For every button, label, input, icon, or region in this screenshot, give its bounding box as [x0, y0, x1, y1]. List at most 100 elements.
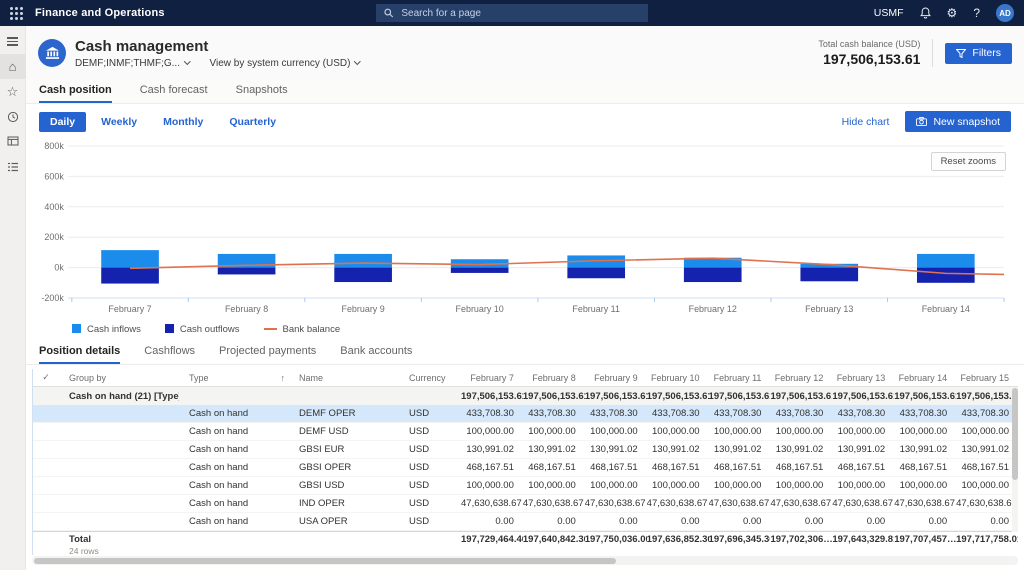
cell-currency: USD — [409, 516, 461, 527]
period-monthly-button[interactable]: Monthly — [152, 112, 214, 132]
bank-balance-swatch — [264, 328, 277, 331]
period-daily-button[interactable]: Daily — [39, 112, 86, 132]
tab-cashflows[interactable]: Cashflows — [144, 345, 195, 364]
table-row-gbsi-oper[interactable]: Cash on handGBSI OPERUSD468,167.51468,16… — [33, 459, 1018, 477]
outflow-bar-february-8[interactable] — [218, 268, 276, 275]
col-header-date[interactable]: February 15 — [956, 373, 1018, 383]
cell-type: Cash on hand — [179, 480, 289, 491]
new-snapshot-button[interactable]: New snapshot — [905, 111, 1011, 132]
col-header-type[interactable]: Type↑ — [179, 373, 289, 383]
group-row-cash-on-hand[interactable]: Cash on hand (21) [Type]197,506,153.6119… — [33, 387, 1018, 405]
tab-snapshots[interactable]: Snapshots — [236, 84, 288, 103]
search-input[interactable] — [399, 7, 640, 20]
y-axis-label: 600k — [44, 171, 64, 181]
col-header-date[interactable]: February 9 — [585, 373, 647, 383]
y-axis-label: 800k — [44, 141, 64, 151]
expand-menu-hamburger-icon[interactable] — [0, 29, 26, 54]
hide-chart-link[interactable]: Hide chart — [842, 116, 890, 128]
inflow-bar-february-9[interactable] — [334, 254, 392, 268]
cell-name[interactable]: USA OPER — [289, 516, 409, 527]
outflow-bar-february-11[interactable] — [567, 268, 625, 279]
inflow-bar-february-14[interactable] — [917, 254, 975, 268]
col-header-date[interactable]: February 10 — [647, 373, 709, 383]
cell-amount: 100,000.00 — [832, 426, 894, 437]
legend-cash-inflows[interactable]: Cash inflows — [72, 324, 141, 335]
legend-cash-outflows[interactable]: Cash outflows — [165, 324, 240, 335]
table-row-demf-usd[interactable]: Cash on handDEMF USDUSD100,000.00100,000… — [33, 423, 1018, 441]
select-all-check-icon[interactable]: ✓ — [33, 372, 59, 383]
cell-name[interactable]: IND OPER — [289, 498, 409, 509]
period-weekly-button[interactable]: Weekly — [90, 112, 148, 132]
outflow-bar-february-12[interactable] — [684, 268, 742, 282]
modules-list-icon[interactable] — [0, 154, 26, 179]
settings-gear-icon[interactable]: ⚙ — [947, 7, 958, 19]
recent-clock-icon[interactable] — [0, 104, 26, 129]
outflow-bar-february-14[interactable] — [917, 268, 975, 283]
cell-amount: 130,991.02 — [894, 444, 956, 455]
col-header-date[interactable]: February 12 — [770, 373, 832, 383]
legal-entities-dropdown[interactable]: DEMF;INMF;THMF;G... — [75, 58, 190, 69]
tab-bank-accounts[interactable]: Bank accounts — [340, 345, 412, 364]
cell-amount: 47,630,638.67 — [523, 498, 585, 509]
outflow-bar-february-13[interactable] — [800, 268, 858, 282]
horizontal-scrollbar-thumb[interactable] — [34, 558, 616, 564]
notifications-bell-icon[interactable] — [920, 7, 931, 19]
home-icon[interactable]: ⌂ — [0, 54, 26, 79]
view-by-currency-dropdown[interactable]: View by system currency (USD) — [210, 58, 360, 69]
avatar[interactable]: AD — [996, 4, 1014, 22]
tab-cash-position[interactable]: Cash position — [39, 84, 112, 103]
table-row-demf-oper[interactable]: Cash on handDEMF OPERUSD 433,708.30433,70… — [33, 405, 1018, 423]
chart-canvas[interactable]: 800k600k400k200k0k-200kFebruary 7Februar… — [36, 138, 1016, 316]
cell-amount: 433,708.30 — [956, 408, 1018, 419]
table-row-ind-oper[interactable]: Cash on handIND OPERUSD47,630,638.6747,6… — [33, 495, 1018, 513]
cell-name[interactable]: DEMF OPER — [289, 408, 409, 419]
col-header-currency[interactable]: Currency — [409, 373, 461, 383]
horizontal-scrollbar[interactable] — [32, 556, 1018, 565]
inflow-bar-february-7[interactable] — [101, 250, 159, 267]
col-header-group-by[interactable]: Group by — [59, 373, 179, 383]
col-header-date[interactable]: February 13 — [832, 373, 894, 383]
app-title[interactable]: Finance and Operations — [35, 7, 165, 19]
table-row-gbsi-eur[interactable]: Cash on handGBSI EURUSD130,991.02130,991… — [33, 441, 1018, 459]
cell-type: Cash on hand — [179, 408, 289, 419]
cell-currency: USD — [409, 408, 461, 419]
total-amount: 197,640,842.36 — [523, 534, 585, 545]
grid-header-row: ✓Group byType↑NameCurrencyFebruary 7Febr… — [33, 369, 1018, 387]
tab-projected-payments[interactable]: Projected payments — [219, 345, 316, 364]
legend-bank-balance[interactable]: Bank balance — [264, 324, 341, 335]
app-launcher-icon[interactable] — [10, 7, 23, 20]
cell-name[interactable]: GBSI EUR — [289, 444, 409, 455]
cell-name[interactable]: GBSI OPER — [289, 462, 409, 473]
tab-position-details[interactable]: Position details — [39, 345, 120, 364]
outflow-bar-february-7[interactable] — [101, 268, 159, 284]
cell-amount: 47,630,638.67 — [709, 498, 771, 509]
cell-amount: 468,167.51 — [956, 462, 1018, 473]
col-header-date[interactable]: February 14 — [894, 373, 956, 383]
vertical-scrollbar[interactable] — [1012, 388, 1018, 532]
cell-name[interactable]: GBSI USD — [289, 480, 409, 491]
help-icon[interactable]: ? — [973, 7, 980, 19]
group-row-value: 197,506,153.61 — [647, 391, 709, 402]
company-picker[interactable]: USMF — [874, 7, 904, 19]
col-header-date[interactable]: February 8 — [523, 373, 585, 383]
outflow-bar-february-9[interactable] — [334, 268, 392, 282]
col-header-name[interactable]: Name — [289, 373, 409, 383]
search-box[interactable] — [376, 4, 648, 22]
favorites-star-icon[interactable]: ☆ — [0, 79, 26, 104]
col-header-date[interactable]: February 11 — [709, 373, 771, 383]
cell-amount: 130,991.02 — [956, 444, 1018, 455]
cell-amount: 47,630,638.67 — [832, 498, 894, 509]
cash-outflows-swatch — [165, 324, 174, 333]
outflow-bar-february-10[interactable] — [451, 268, 509, 273]
reset-zooms-button[interactable]: Reset zooms — [931, 152, 1006, 171]
cell-name[interactable]: DEMF USD — [289, 426, 409, 437]
period-quarterly-button[interactable]: Quarterly — [218, 112, 287, 132]
workspaces-icon[interactable] — [0, 129, 26, 154]
table-row-usa-oper[interactable]: Cash on handUSA OPERUSD0.000.000.000.000… — [33, 513, 1018, 531]
cell-amount: 100,000.00 — [709, 426, 771, 437]
table-row-gbsi-usd[interactable]: Cash on handGBSI USDUSD100,000.00100,000… — [33, 477, 1018, 495]
cell-amount: 433,708.30 — [894, 408, 956, 419]
filters-button[interactable]: Filters — [945, 43, 1012, 64]
col-header-date[interactable]: February 7 — [461, 373, 523, 383]
tab-cash-forecast[interactable]: Cash forecast — [140, 84, 208, 103]
